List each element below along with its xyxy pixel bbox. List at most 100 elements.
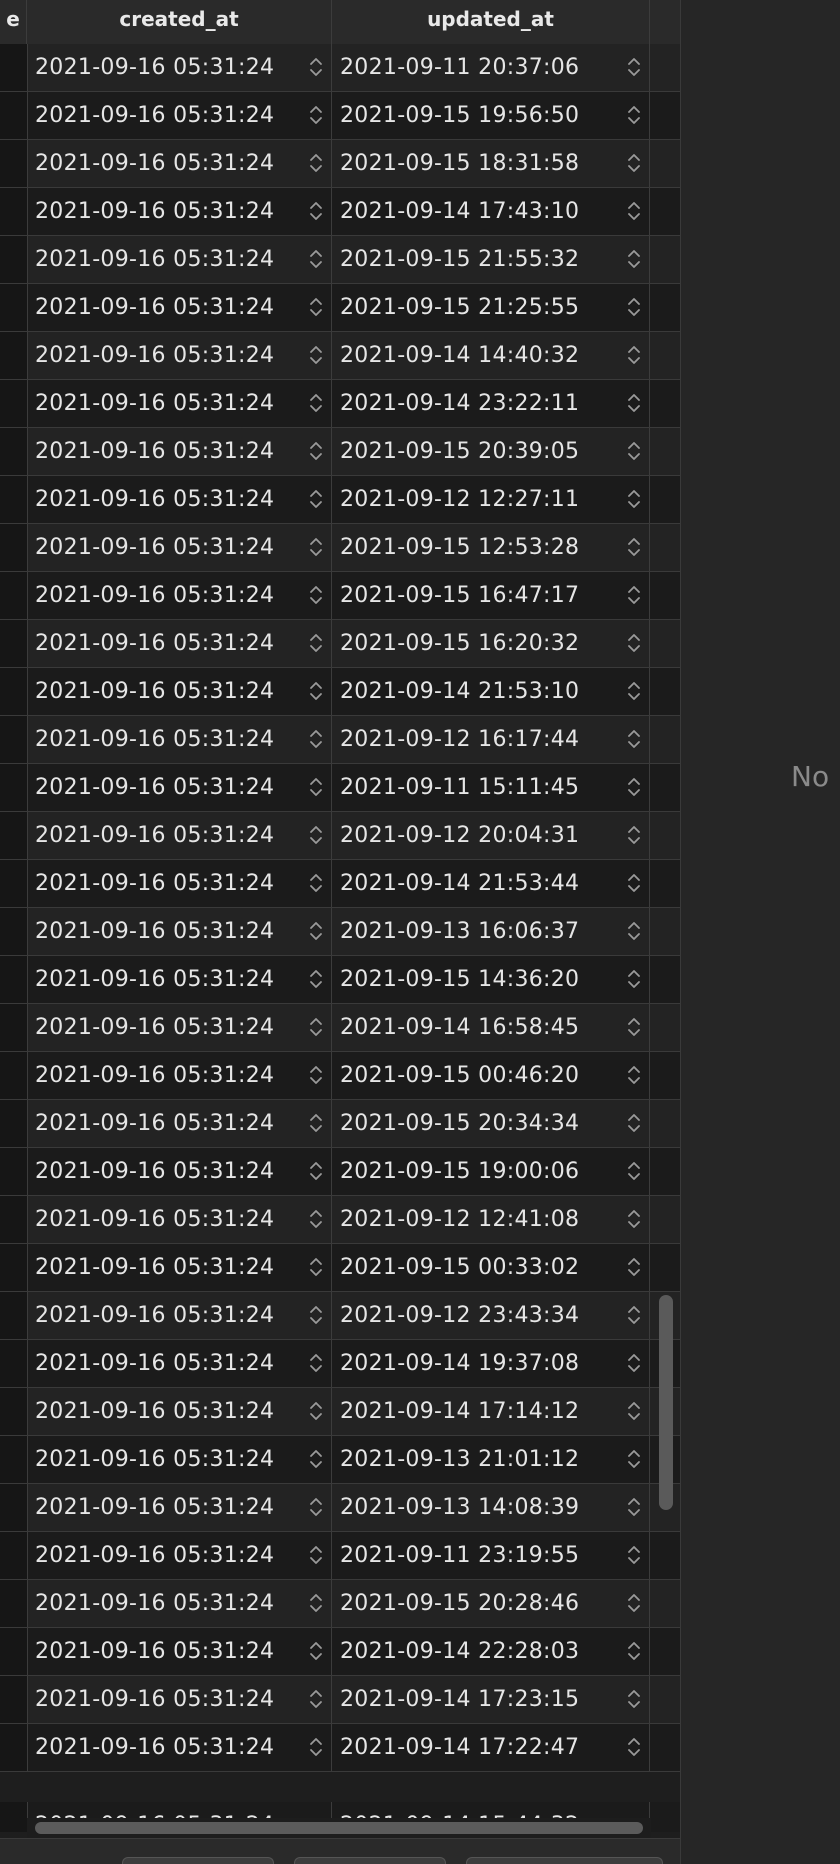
created-at-cell[interactable]: 2021-09-16 05:31:24 [27, 620, 332, 667]
updated-at-cell[interactable]: 2021-09-12 12:41:08 [332, 1196, 650, 1243]
previous-column-cell[interactable] [0, 1676, 28, 1723]
stepper-chevrons-icon[interactable] [627, 535, 641, 559]
updated-at-cell[interactable]: 2021-09-15 19:00:06 [332, 1148, 650, 1195]
stepper-chevrons-icon[interactable] [309, 1111, 323, 1135]
stepper-chevrons-icon[interactable] [309, 439, 323, 463]
created-at-cell[interactable]: 2021-09-16 05:31:24 [27, 1196, 332, 1243]
previous-column-cell[interactable] [0, 1436, 28, 1483]
created-at-cell[interactable]: 2021-09-16 05:31:24 [27, 908, 332, 955]
stepper-chevrons-icon[interactable] [627, 1063, 641, 1087]
previous-column-cell[interactable] [0, 1340, 28, 1387]
table-row[interactable]: 2021-09-16 05:31:24 2021-09-15 14:36:20 [0, 956, 680, 1004]
created-at-cell[interactable]: 2021-09-16 05:31:24 [27, 572, 332, 619]
stepper-chevrons-icon[interactable] [309, 1495, 323, 1519]
created-at-cell[interactable]: 2021-09-16 05:31:24 [27, 1676, 332, 1723]
previous-column-cell[interactable] [0, 668, 28, 715]
previous-column-cell[interactable] [0, 1532, 28, 1579]
table-row[interactable]: 2021-09-16 05:31:24 2021-09-15 16:20:32 [0, 620, 680, 668]
created-at-cell[interactable]: 2021-09-16 05:31:24 [27, 1724, 332, 1771]
table-row[interactable]: 2021-09-16 05:31:24 2021-09-12 12:41:08 [0, 1196, 680, 1244]
previous-column-cell[interactable] [0, 140, 28, 187]
stepper-chevrons-icon[interactable] [309, 1207, 323, 1231]
stepper-chevrons-icon[interactable] [309, 55, 323, 79]
updated-at-cell[interactable]: 2021-09-14 14:40:32 [332, 332, 650, 379]
table-row[interactable]: 2021-09-16 05:31:24 2021-09-15 12:53:28 [0, 524, 680, 572]
created-at-cell[interactable]: 2021-09-16 05:31:24 [27, 1436, 332, 1483]
previous-column-cell[interactable] [0, 1196, 28, 1243]
stepper-chevrons-icon[interactable] [309, 823, 323, 847]
stepper-chevrons-icon[interactable] [309, 727, 323, 751]
previous-column-cell[interactable] [0, 812, 28, 859]
toolbar-button[interactable] [294, 1857, 446, 1864]
stepper-chevrons-icon[interactable] [627, 679, 641, 703]
previous-column-cell[interactable] [0, 1724, 28, 1771]
created-at-cell[interactable]: 2021-09-16 05:31:24 [27, 860, 332, 907]
previous-column-cell[interactable] [0, 860, 28, 907]
table-row[interactable]: 2021-09-16 05:31:24 2021-09-11 23:19:55 [0, 1532, 680, 1580]
stepper-chevrons-icon[interactable] [309, 1159, 323, 1183]
table-row[interactable]: 2021-09-16 05:31:24 2021-09-14 17:14:12 [0, 1388, 680, 1436]
updated-at-cell[interactable]: 2021-09-12 23:43:34 [332, 1292, 650, 1339]
created-at-cell[interactable]: 2021-09-16 05:31:24 [27, 524, 332, 571]
updated-at-cell[interactable]: 2021-09-13 16:06:37 [332, 908, 650, 955]
stepper-chevrons-icon[interactable] [309, 871, 323, 895]
previous-column-cell[interactable] [0, 44, 28, 91]
stepper-chevrons-icon[interactable] [309, 1351, 323, 1375]
previous-column-cell[interactable] [0, 1244, 28, 1291]
stepper-chevrons-icon[interactable] [627, 55, 641, 79]
previous-column-cell[interactable] [0, 1388, 28, 1435]
created-at-cell[interactable]: 2021-09-16 05:31:24 [27, 284, 332, 331]
stepper-chevrons-icon[interactable] [627, 439, 641, 463]
stepper-chevrons-icon[interactable] [309, 1735, 323, 1759]
created-at-cell[interactable]: 2021-09-16 05:31:24 [27, 1532, 332, 1579]
created-at-cell[interactable]: 2021-09-16 05:31:24 [27, 44, 332, 91]
table-row[interactable]: 2021-09-16 05:31:24 2021-09-13 21:01:12 [0, 1436, 680, 1484]
table-row[interactable]: 2021-09-16 05:31:24 2021-09-15 20:34:34 [0, 1100, 680, 1148]
created-at-cell[interactable]: 2021-09-16 05:31:24 [27, 1340, 332, 1387]
column-header-previous[interactable]: e [0, 0, 27, 44]
previous-column-cell[interactable] [0, 1052, 28, 1099]
updated-at-cell[interactable]: 2021-09-14 17:43:10 [332, 188, 650, 235]
stepper-chevrons-icon[interactable] [627, 775, 641, 799]
updated-at-cell[interactable]: 2021-09-14 21:53:44 [332, 860, 650, 907]
updated-at-cell[interactable]: 2021-09-15 14:36:20 [332, 956, 650, 1003]
created-at-cell[interactable]: 2021-09-16 05:31:24 [27, 428, 332, 475]
created-at-cell[interactable]: 2021-09-16 05:31:24 [27, 1052, 332, 1099]
updated-at-cell[interactable]: 2021-09-15 00:46:20 [332, 1052, 650, 1099]
stepper-chevrons-icon[interactable] [309, 1303, 323, 1327]
table-row[interactable]: 2021-09-16 05:31:24 2021-09-14 14:40:32 [0, 332, 680, 380]
stepper-chevrons-icon[interactable] [627, 391, 641, 415]
previous-column-cell[interactable] [0, 620, 28, 667]
table-row[interactable]: 2021-09-16 05:31:24 2021-09-15 21:25:55 [0, 284, 680, 332]
previous-column-cell[interactable] [0, 1100, 28, 1147]
stepper-chevrons-icon[interactable] [309, 775, 323, 799]
created-at-cell[interactable]: 2021-09-16 05:31:24 [27, 92, 332, 139]
stepper-chevrons-icon[interactable] [309, 679, 323, 703]
table-row[interactable]: 2021-09-16 05:31:24 2021-09-12 12:27:11 [0, 476, 680, 524]
table-row[interactable]: 2021-09-16 05:31:24 2021-09-15 16:47:17 [0, 572, 680, 620]
table-row[interactable]: 2021-09-16 05:31:24 2021-09-15 20:39:05 [0, 428, 680, 476]
created-at-cell[interactable]: 2021-09-16 05:31:24 [27, 1484, 332, 1531]
table-row[interactable]: 2021-09-16 05:31:24 2021-09-15 00:33:02 [0, 1244, 680, 1292]
previous-column-cell[interactable] [0, 1148, 28, 1195]
stepper-chevrons-icon[interactable] [309, 343, 323, 367]
stepper-chevrons-icon[interactable] [627, 1591, 641, 1615]
created-at-cell[interactable]: 2021-09-16 05:31:24 [27, 188, 332, 235]
updated-at-cell[interactable]: 2021-09-15 20:34:34 [332, 1100, 650, 1147]
table-row[interactable]: 2021-09-16 05:31:24 2021-09-14 23:22:11 [0, 380, 680, 428]
stepper-chevrons-icon[interactable] [627, 1255, 641, 1279]
previous-column-cell[interactable] [0, 188, 28, 235]
toolbar-button[interactable] [122, 1857, 274, 1864]
stepper-chevrons-icon[interactable] [627, 967, 641, 991]
updated-at-cell[interactable]: 2021-09-11 23:19:55 [332, 1532, 650, 1579]
stepper-chevrons-icon[interactable] [309, 487, 323, 511]
previous-column-cell[interactable] [0, 1580, 28, 1627]
stepper-chevrons-icon[interactable] [627, 727, 641, 751]
stepper-chevrons-icon[interactable] [309, 967, 323, 991]
stepper-chevrons-icon[interactable] [309, 1591, 323, 1615]
created-at-cell[interactable]: 2021-09-16 05:31:24 [27, 1148, 332, 1195]
stepper-chevrons-icon[interactable] [627, 1639, 641, 1663]
updated-at-cell[interactable]: 2021-09-15 00:33:02 [332, 1244, 650, 1291]
updated-at-cell[interactable]: 2021-09-11 15:11:45 [332, 764, 650, 811]
stepper-chevrons-icon[interactable] [309, 1399, 323, 1423]
